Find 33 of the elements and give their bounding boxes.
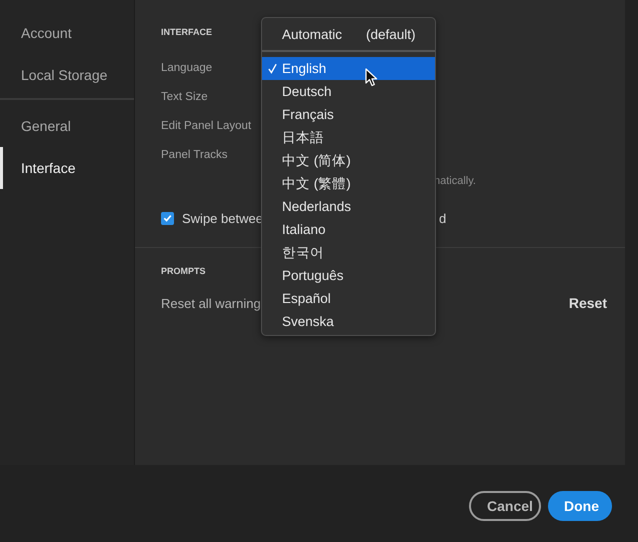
menu-item[interactable]: 日本語 — [262, 126, 435, 149]
done-button[interactable]: Done — [548, 490, 612, 520]
menu-item[interactable]: Svenska — [262, 310, 435, 333]
menu-item[interactable]: Français — [262, 103, 435, 126]
sidebar-item[interactable]: General — [0, 105, 134, 147]
reset-button[interactable]: Reset — [568, 295, 607, 311]
section-heading: INTERFACE — [161, 26, 212, 39]
setting-label: Language — [161, 62, 212, 74]
menu-item[interactable]: English — [262, 57, 435, 80]
menu-item[interactable]: 한국어 — [262, 241, 435, 264]
checkbox-label: d — [438, 210, 446, 226]
mouse-pointer-icon — [365, 68, 378, 87]
menu-item[interactable]: Português — [262, 264, 435, 287]
setting-label: Text Size — [161, 90, 208, 102]
menu-item[interactable]: Nederlands — [262, 195, 435, 218]
menu-item[interactable]: Italiano — [262, 218, 435, 241]
sidebar-item[interactable]: Account — [0, 12, 134, 54]
setting-label: Reset all warning — [161, 296, 261, 310]
setting-label: Edit Panel Layout — [161, 120, 252, 132]
menu-item[interactable]: Español — [262, 287, 435, 310]
menu-item[interactable]: Deutsch — [262, 80, 435, 103]
hint-text: natically. — [434, 175, 476, 187]
section-heading: PROMPTS — [161, 265, 206, 278]
check-icon — [268, 63, 276, 74]
cancel-button[interactable]: Cancel — [469, 490, 541, 520]
setting-label: Panel Tracks — [161, 148, 228, 160]
menu-item[interactable]: Automatic — [282, 26, 342, 42]
menu-item[interactable]: 中文 (简体) — [262, 149, 435, 172]
checkbox-label: Swipe betwee — [182, 210, 263, 226]
checkbox[interactable] — [161, 212, 174, 224]
sidebar-item[interactable]: Local Storage — [0, 54, 134, 96]
menu-item[interactable]: 中文 (繁體) — [262, 172, 435, 195]
menu-item-note: (default) — [366, 26, 416, 42]
